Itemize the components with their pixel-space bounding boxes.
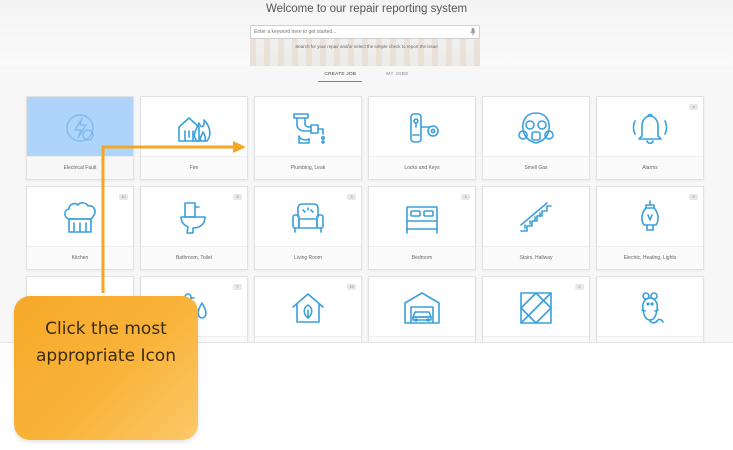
count-badge: 4 [689, 104, 698, 110]
armchair-icon [292, 203, 324, 233]
tile-icon-area [255, 277, 361, 339]
count-badge: 9 [689, 194, 698, 200]
tab-create-job[interactable]: CREATE JOB [318, 70, 363, 82]
count-badge: 5 [233, 194, 242, 200]
tile-label: Plumbing, Leak [255, 156, 361, 179]
tile-label: Electrical Fault [27, 156, 133, 179]
tile-label: Alarms [597, 156, 703, 179]
count-badge: 7 [233, 284, 242, 290]
eco-house-icon [292, 293, 324, 323]
bed-icon [406, 206, 438, 234]
category-tile[interactable]: 5 Bathroom, Toilet [140, 186, 248, 270]
electrical-fault-icon [66, 114, 94, 142]
fire-icon [178, 117, 211, 142]
tile-label: Smell Gas [483, 156, 589, 179]
search-box[interactable] [250, 25, 480, 39]
repair-app: Welcome to our repair reporting system S… [0, 0, 733, 343]
toilet-icon [180, 202, 206, 234]
tile-icon-area [597, 277, 703, 339]
category-tile[interactable]: Smell Gas [482, 96, 590, 180]
tile-label [369, 336, 475, 342]
category-tile[interactable]: Stairs, Hallway [482, 186, 590, 270]
tile-icon-area [141, 187, 247, 249]
bell-icon [632, 113, 668, 145]
category-tile[interactable]: 15 [254, 276, 362, 342]
category-tile[interactable]: Plumbing, Leak [254, 96, 362, 180]
count-badge: 15 [347, 284, 356, 290]
category-tile[interactable]: Electrical Fault [26, 96, 134, 180]
floor-tiles-icon [520, 292, 552, 324]
tile-icon-area [597, 187, 703, 249]
tile-icon-area [597, 97, 703, 159]
tile-label: Bedroom [369, 246, 475, 269]
category-tile[interactable]: 3 Bedroom [368, 186, 476, 270]
tile-label [255, 336, 361, 342]
tile-icon-area [483, 277, 589, 339]
category-tile[interactable] [596, 276, 704, 342]
category-tile[interactable]: Locks and Keys [368, 96, 476, 180]
page-title: Welcome to our repair reporting system [265, 3, 468, 15]
microphone-icon[interactable] [469, 27, 477, 37]
count-badge: 2 [575, 284, 584, 290]
mouse-pest-icon [641, 292, 664, 324]
tile-icon-area [483, 187, 589, 249]
tile-label [597, 336, 703, 342]
tile-icon-area [27, 97, 133, 159]
tile-label: Kitchen [27, 246, 133, 269]
banner-image [250, 36, 480, 66]
lock-key-icon [410, 113, 439, 143]
count-badge: 3 [461, 194, 470, 200]
tile-label [483, 336, 589, 342]
tile-label: Living Room [255, 246, 361, 269]
garage-car-icon [404, 292, 440, 324]
category-tile[interactable]: 10 Kitchen [26, 186, 134, 270]
chef-hat-icon [64, 202, 96, 233]
tile-icon-area [483, 97, 589, 159]
tile-icon-area [369, 277, 475, 339]
tile-icon-area [255, 187, 361, 249]
plumbing-icon [293, 113, 325, 144]
tile-icon-area [255, 97, 361, 159]
gas-mask-icon [518, 112, 554, 144]
tab-my-jobs[interactable]: MY JOBS [380, 70, 414, 82]
search-input[interactable] [254, 26, 464, 38]
category-tile[interactable] [368, 276, 476, 342]
callout-text: Click the most appropriate Icon [35, 319, 176, 366]
category-tile[interactable]: 9 Electric, Heating, Lights [596, 186, 704, 270]
job-tabs: CREATE JOB MY JOBS [0, 70, 733, 86]
count-badge: 10 [119, 194, 128, 200]
search-hint: Search for your repair and/or select the… [295, 44, 438, 49]
tile-icon-area [369, 97, 475, 159]
stairs-icon [520, 202, 552, 232]
tile-label: Electric, Heating, Lights [597, 246, 703, 269]
tile-label: Bathroom, Toilet [141, 246, 247, 269]
category-tile[interactable]: Fire [140, 96, 248, 180]
category-tile[interactable]: 2 [482, 276, 590, 342]
count-badge: 3 [347, 194, 356, 200]
tile-label: Locks and Keys [369, 156, 475, 179]
tile-icon-area [141, 97, 247, 159]
tile-label: Stairs, Hallway [483, 246, 589, 269]
instruction-callout: Click the most appropriate Icon [14, 296, 198, 440]
tile-icon-area [27, 187, 133, 249]
tile-label: Fire [141, 156, 247, 179]
lightbulb-icon [641, 200, 659, 231]
category-tile[interactable]: 4 Alarms [596, 96, 704, 180]
tile-icon-area [369, 187, 475, 249]
category-tile[interactable]: 3 Living Room [254, 186, 362, 270]
